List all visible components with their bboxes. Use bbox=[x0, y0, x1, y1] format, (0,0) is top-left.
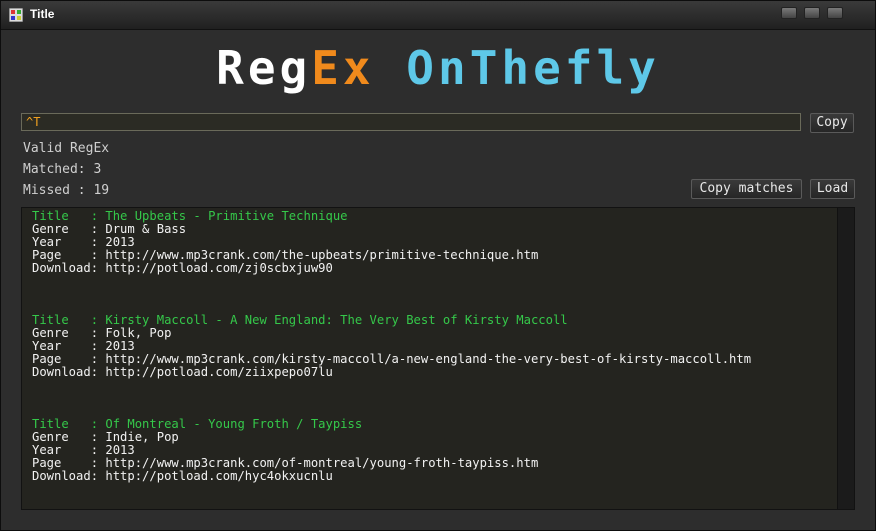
result-entry: Title : The Upbeats - Primitive Techniqu… bbox=[32, 210, 751, 314]
results-list: Title : The Upbeats - Primitive Techniqu… bbox=[32, 210, 751, 509]
entry-download: Download: http://potload.com/ziixpepo07l… bbox=[32, 365, 333, 379]
result-entry: Title : Kirsty Maccoll - A New England: … bbox=[32, 314, 751, 418]
app-window: Title RegEx OnThefly Copy Valid RegEx Ma… bbox=[0, 0, 876, 531]
regex-valid-status: Valid RegEx bbox=[23, 141, 110, 156]
copy-matches-button[interactable]: Copy matches bbox=[691, 179, 802, 199]
close-button[interactable] bbox=[827, 7, 843, 19]
window-title: Title bbox=[30, 7, 55, 21]
app-logo: RegEx OnThefly bbox=[1, 41, 875, 95]
copy-button[interactable]: Copy bbox=[810, 113, 854, 133]
logo-part-onthefly: OnThefly bbox=[374, 41, 660, 95]
logo-part-ex: Ex bbox=[311, 41, 375, 95]
load-button[interactable]: Load bbox=[810, 179, 855, 199]
entry-genre: Genre : Folk, Pop bbox=[32, 326, 172, 340]
results-textarea[interactable]: Title : The Upbeats - Primitive Techniqu… bbox=[21, 207, 855, 510]
results-scrollbar[interactable] bbox=[837, 208, 854, 509]
entry-genre: Genre : Drum & Bass bbox=[32, 222, 187, 236]
regex-input[interactable] bbox=[21, 113, 801, 131]
app-icon bbox=[9, 8, 23, 22]
entry-genre: Genre : Indie, Pop bbox=[32, 430, 179, 444]
entry-download: Download: http://potload.com/zj0scbxjuw9… bbox=[32, 261, 333, 275]
logo-part-reg: Reg bbox=[216, 41, 312, 95]
matched-count: Matched: 3 bbox=[23, 162, 102, 177]
minimize-button[interactable] bbox=[781, 7, 797, 19]
result-entry: Title : Of Montreal - Young Froth / Tayp… bbox=[32, 418, 751, 509]
entry-download: Download: http://potload.com/hyc4okxucnl… bbox=[32, 469, 333, 483]
missed-count: Missed : 19 bbox=[23, 183, 110, 198]
title-bar[interactable]: Title bbox=[1, 1, 875, 30]
maximize-button[interactable] bbox=[804, 7, 820, 19]
